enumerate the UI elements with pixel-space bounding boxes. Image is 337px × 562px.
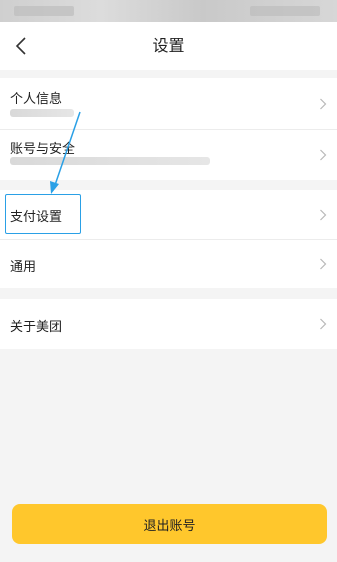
- settings-item-label: 通用: [10, 260, 37, 275]
- settings-item-about[interactable]: 关于美团: [0, 299, 337, 349]
- status-bar-blur: [250, 6, 320, 16]
- blurred-info: [10, 157, 210, 165]
- settings-group-account: 个人信息 账号与安全: [0, 78, 337, 180]
- blurred-info: [10, 109, 74, 117]
- settings-group-about: 关于美团: [0, 299, 337, 349]
- settings-item-personal-info[interactable]: 个人信息: [0, 78, 337, 129]
- settings-group-general: 支付设置 通用: [0, 190, 337, 288]
- navigation-bar: 设置: [0, 22, 337, 70]
- chevron-right-icon: [320, 98, 327, 110]
- chevron-right-icon: [320, 318, 327, 330]
- chevron-right-icon: [320, 258, 327, 270]
- settings-item-label: 关于美团: [10, 320, 63, 335]
- settings-item-general[interactable]: 通用: [0, 239, 337, 288]
- logout-button[interactable]: 退出账号: [12, 504, 327, 544]
- chevron-right-icon: [320, 209, 327, 221]
- status-bar: [0, 0, 337, 22]
- settings-item-label: 个人信息: [10, 92, 63, 107]
- settings-item-account-security[interactable]: 账号与安全: [0, 129, 337, 180]
- settings-item-label: 支付设置: [10, 210, 63, 225]
- status-bar-blur: [14, 6, 74, 16]
- chevron-right-icon: [320, 149, 327, 161]
- page-title: 设置: [152, 36, 185, 55]
- settings-item-payment[interactable]: 支付设置: [0, 190, 337, 239]
- settings-item-label: 账号与安全: [10, 142, 76, 157]
